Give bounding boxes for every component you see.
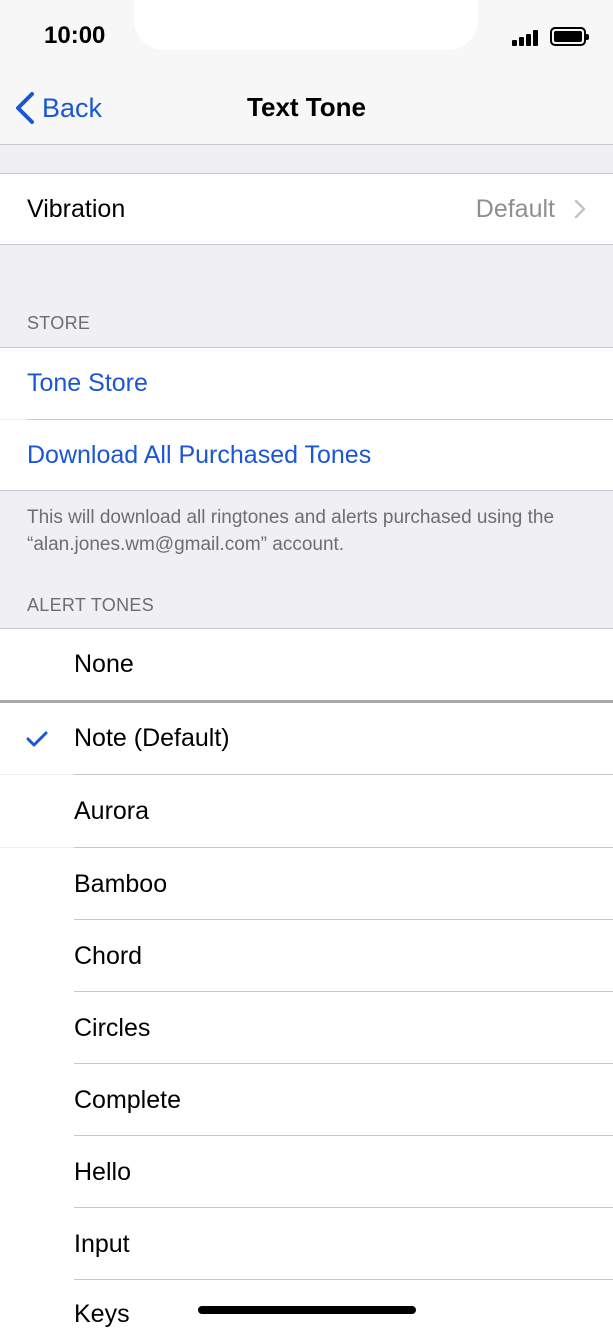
download-all-purchased-tones-link[interactable]: Download All Purchased Tones — [27, 420, 371, 490]
tone-label: Complete — [74, 1086, 181, 1114]
tone-label: Input — [74, 1230, 130, 1258]
status-time: 10:00 — [44, 22, 106, 49]
status-bar: 10:00 — [0, 0, 613, 72]
text-tone-screen: 10:00 Text Tone Back Vibration Default S… — [0, 0, 613, 1328]
tone-label: Hello — [74, 1158, 131, 1186]
divider — [0, 490, 613, 491]
tone-label: Circles — [74, 1014, 151, 1042]
back-button[interactable]: Back — [12, 90, 102, 126]
cellular-signal-icon — [512, 30, 542, 46]
store-footer-note: This will download all ringtones and ale… — [27, 507, 555, 555]
tone-store-row[interactable]: Tone Store — [0, 348, 613, 419]
tone-item-note[interactable]: Note (Default) — [0, 703, 613, 774]
alert-tones-section-header: ALERT TONES — [27, 595, 155, 615]
download-all-row[interactable]: Download All Purchased Tones — [0, 420, 613, 490]
tone-label: Bamboo — [74, 870, 168, 898]
vibration-row[interactable]: Vibration Default — [0, 174, 613, 244]
tone-item-circles[interactable]: Circles — [0, 992, 613, 1064]
notch — [134, 0, 478, 50]
tone-item-none[interactable]: None — [0, 629, 613, 700]
tone-item-complete[interactable]: Complete — [0, 1064, 613, 1136]
home-indicator[interactable] — [198, 1306, 416, 1314]
tone-item-hello[interactable]: Hello — [0, 1136, 613, 1208]
checkmark-icon — [26, 731, 48, 747]
tone-item-input[interactable]: Input — [0, 1208, 613, 1280]
tone-label: Keys — [74, 1300, 130, 1328]
store-section-header: STORE — [27, 313, 91, 333]
tone-item-keys[interactable]: Keys — [0, 1280, 613, 1328]
chevron-right-icon — [574, 199, 586, 219]
back-button-label: Back — [42, 92, 103, 123]
navigation-bar: Text Tone Back — [0, 72, 613, 145]
chevron-left-icon — [16, 92, 34, 124]
tone-label: Note (Default) — [74, 724, 230, 752]
tone-item-bamboo[interactable]: Bamboo — [0, 848, 613, 920]
tone-label: None — [74, 650, 134, 678]
battery-icon — [550, 27, 589, 46]
tone-label: Chord — [74, 942, 143, 970]
divider — [0, 244, 613, 245]
tone-item-chord[interactable]: Chord — [0, 920, 613, 992]
vibration-label: Vibration — [27, 195, 126, 223]
vibration-value: Default — [475, 195, 555, 223]
tone-store-link[interactable]: Tone Store — [27, 348, 148, 419]
tone-item-aurora[interactable]: Aurora — [0, 775, 613, 847]
tone-label: Aurora — [74, 797, 150, 825]
